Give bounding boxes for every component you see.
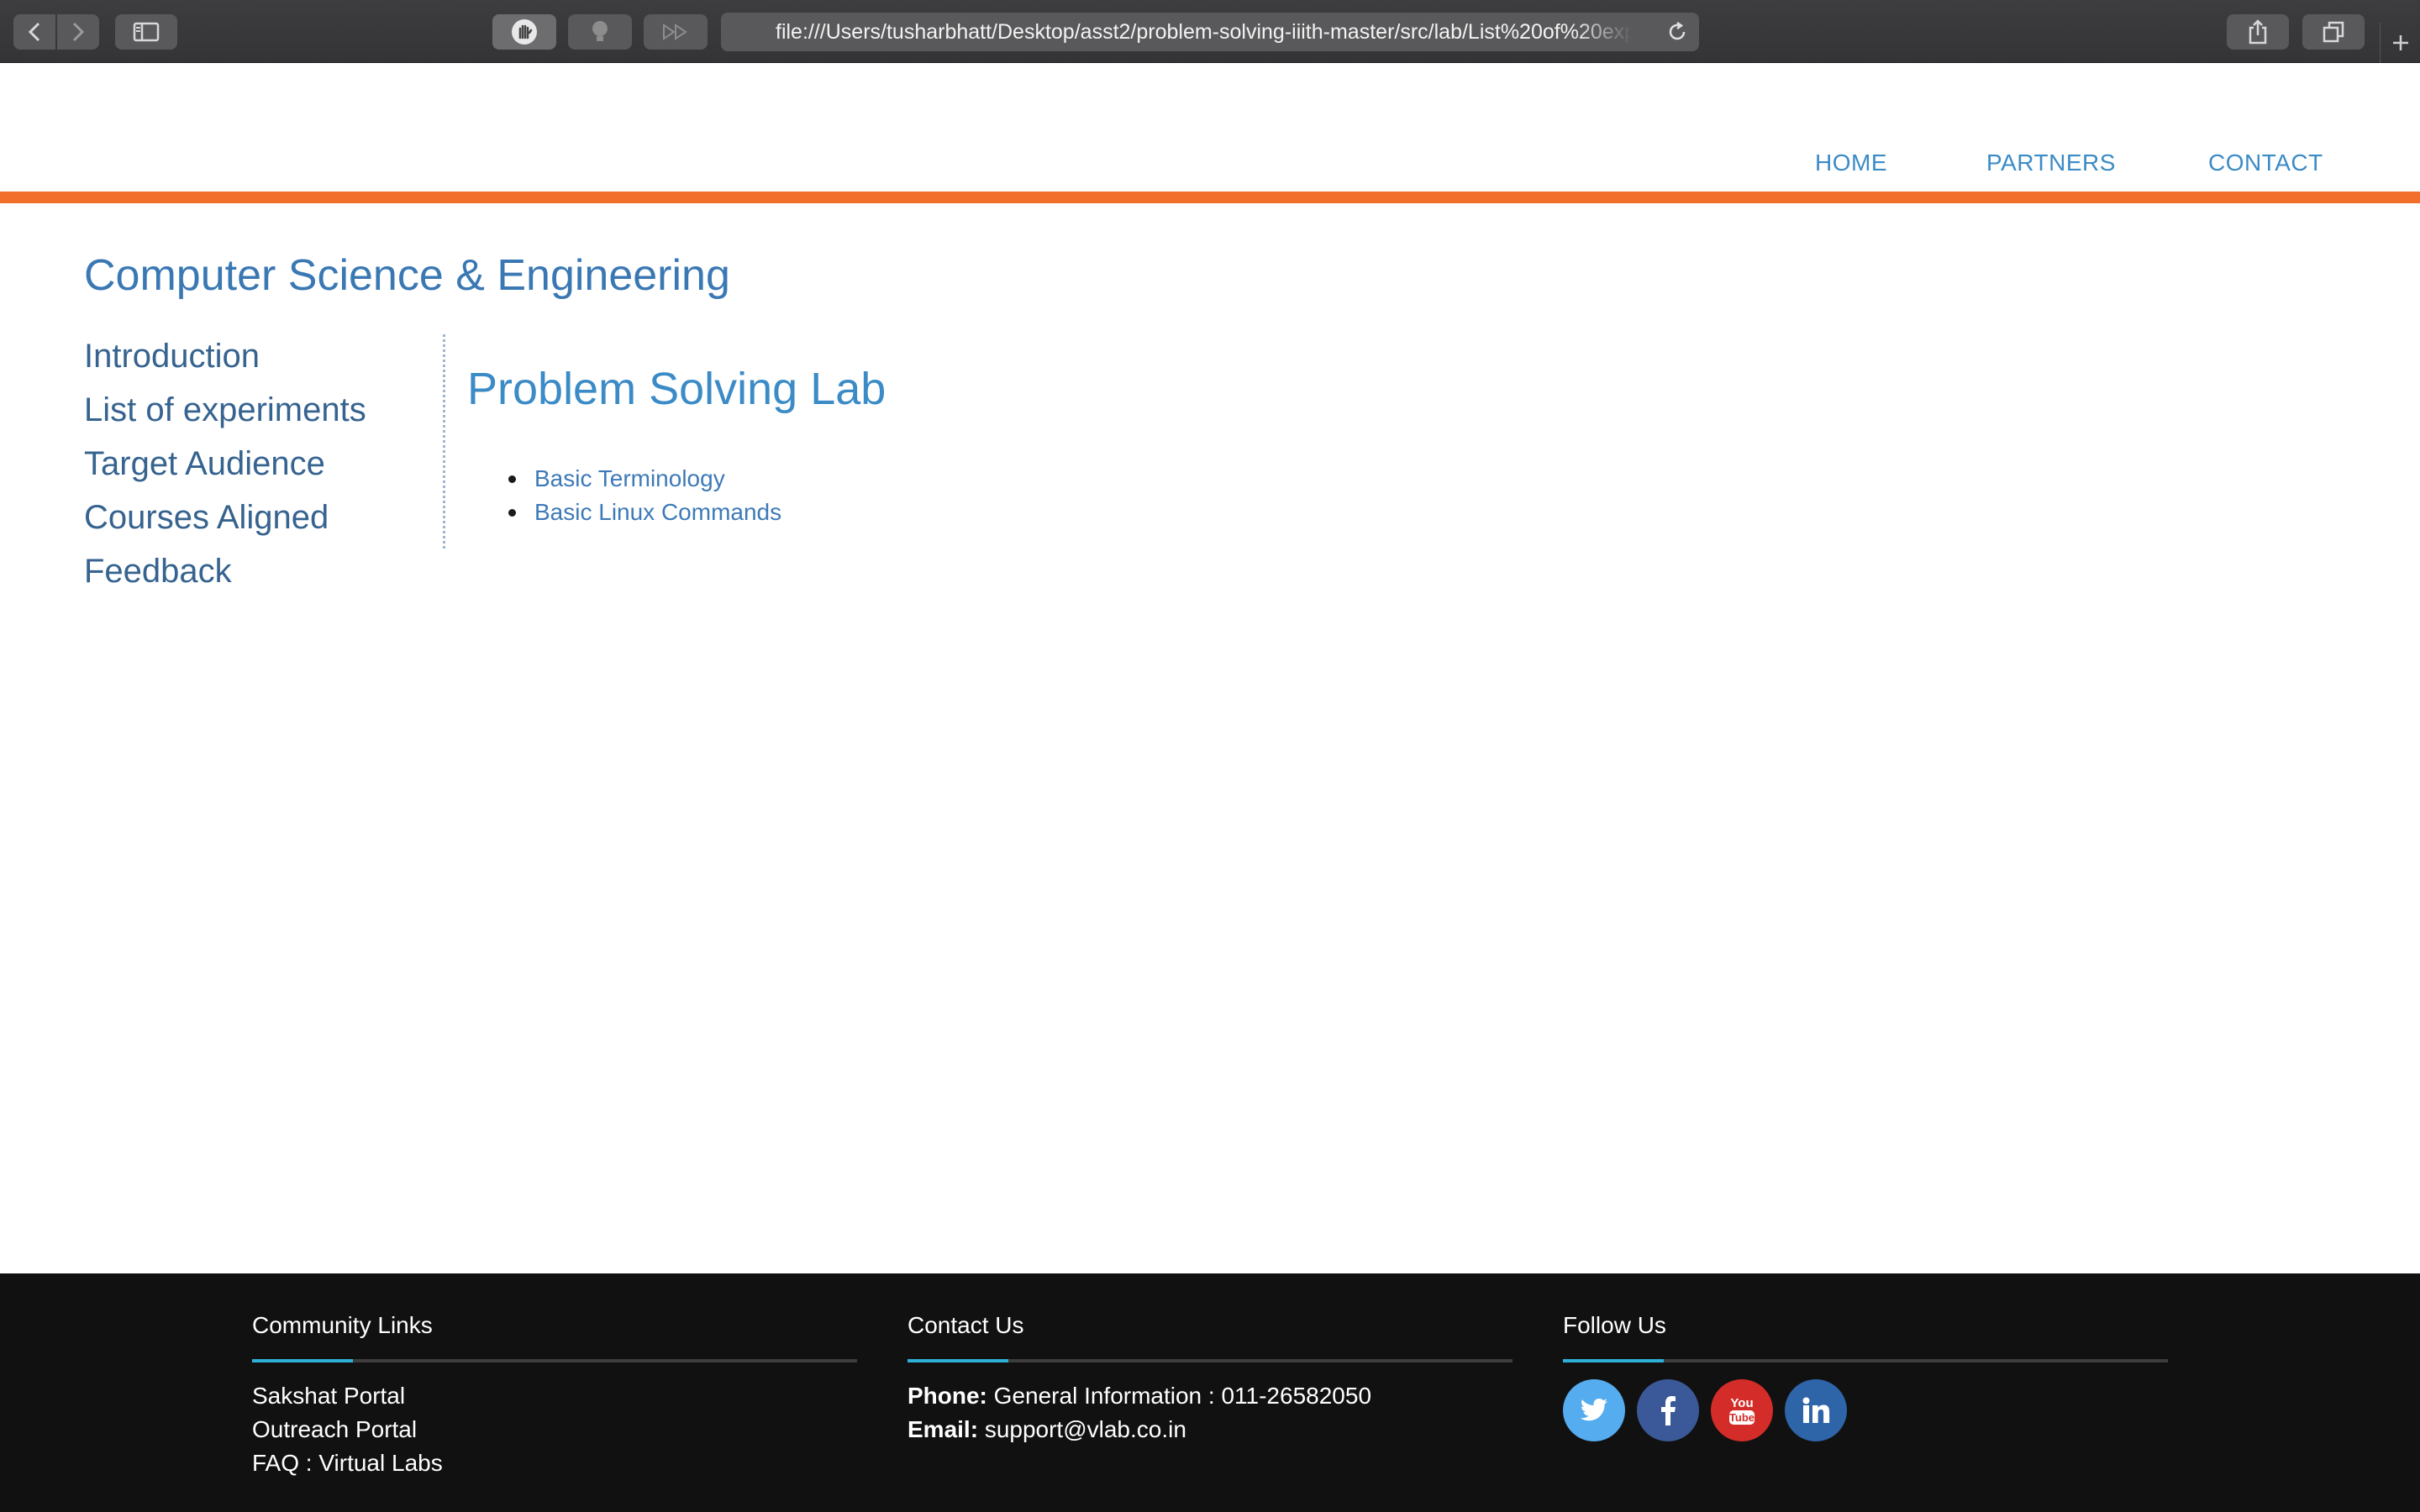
footer-phone-line: Phone: General Information : 011-2658205… — [908, 1379, 1512, 1413]
sidebar-item-feedback[interactable]: Feedback — [84, 544, 366, 598]
footer-email-line: Email: support@vlab.co.in — [908, 1413, 1512, 1446]
bullet-icon — [508, 475, 516, 483]
address-bar[interactable]: file:///Users/tusharbhatt/Desktop/asst2/… — [721, 13, 1699, 51]
privacy-button[interactable] — [492, 14, 556, 50]
lab-title: Problem Solving Lab — [467, 364, 886, 414]
fast-forward-icon — [663, 24, 687, 40]
footer-phone-value: General Information : 011-26582050 — [993, 1383, 1372, 1409]
footer-follow-heading: Follow Us — [1563, 1312, 1666, 1338]
footer-divider — [1563, 1359, 2168, 1362]
reader-button[interactable] — [644, 14, 708, 50]
sidebar-toggle-button[interactable] — [115, 14, 177, 50]
sidebar-item-list-of-experiments[interactable]: List of experiments — [84, 383, 366, 437]
footer-link-faq[interactable]: FAQ : Virtual Labs — [252, 1446, 857, 1480]
chevron-right-icon — [72, 22, 85, 42]
new-tab-button[interactable] — [2380, 23, 2420, 63]
tabs-overview-button[interactable] — [2302, 14, 2365, 50]
footer-divider-accent — [1563, 1359, 1664, 1362]
footer-divider-accent — [908, 1359, 1008, 1362]
nav-contact-link[interactable]: CONTACT — [2208, 150, 2323, 176]
share-button[interactable] — [2227, 14, 2289, 50]
svg-text:You: You — [1730, 1396, 1753, 1410]
experiment-link-basic-terminology[interactable]: Basic Terminology — [534, 465, 725, 491]
tabs-icon — [2323, 21, 2344, 43]
footer-community-column: Community Links Sakshat Portal Outreach … — [252, 1310, 857, 1480]
footer-divider-accent — [252, 1359, 353, 1362]
footer-email-value[interactable]: support@vlab.co.in — [985, 1416, 1186, 1442]
browser-toolbar: file:///Users/tusharbhatt/Desktop/asst2/… — [0, 0, 2420, 63]
hand-shield-icon — [512, 19, 537, 45]
back-button[interactable] — [13, 14, 55, 50]
twitter-icon[interactable] — [1563, 1379, 1625, 1441]
footer-community-heading: Community Links — [252, 1312, 433, 1338]
youtube-icon[interactable]: You Tube — [1711, 1379, 1773, 1441]
sidebar-item-courses-aligned[interactable]: Courses Aligned — [84, 491, 366, 544]
bullet-icon — [508, 509, 516, 517]
sidebar-nav: Introduction List of experiments Target … — [84, 329, 366, 598]
share-icon — [2249, 19, 2267, 45]
experiment-list: Basic Terminology Basic Linux Commands — [487, 462, 781, 529]
footer-contact-heading: Contact Us — [908, 1312, 1024, 1338]
top-navigation: HOME PARTNERS CONTACT — [0, 150, 2420, 183]
plus-icon — [2393, 35, 2408, 50]
footer-email-label: Email: — [908, 1416, 979, 1442]
sidebar-divider — [443, 334, 445, 549]
forward-button[interactable] — [57, 14, 99, 50]
tips-button[interactable] — [568, 14, 632, 50]
sidebar-item-introduction[interactable]: Introduction — [84, 329, 366, 383]
footer-contact-column: Contact Us Phone: General Information : … — [908, 1310, 1512, 1446]
linkedin-icon[interactable] — [1785, 1379, 1847, 1441]
url-text[interactable]: file:///Users/tusharbhatt/Desktop/asst2/… — [776, 20, 1633, 44]
footer-divider — [252, 1359, 857, 1362]
svg-text:Tube: Tube — [1729, 1411, 1754, 1424]
header-divider — [0, 192, 2420, 203]
experiment-link-basic-linux-commands[interactable]: Basic Linux Commands — [534, 499, 781, 525]
footer-divider — [908, 1359, 1512, 1362]
sidebar-icon — [133, 22, 160, 42]
footer-phone-label: Phone: — [908, 1383, 987, 1409]
footer-link-sakshat-portal[interactable]: Sakshat Portal — [252, 1379, 857, 1413]
chevron-left-icon — [28, 22, 40, 42]
department-title: Computer Science & Engineering — [84, 251, 730, 300]
social-links: You Tube — [1563, 1379, 2168, 1441]
nav-partners-link[interactable]: PARTNERS — [1986, 150, 2116, 176]
list-item: Basic Terminology — [487, 462, 781, 496]
nav-home-link[interactable]: HOME — [1815, 150, 1887, 176]
list-item: Basic Linux Commands — [487, 496, 781, 529]
footer-link-outreach-portal[interactable]: Outreach Portal — [252, 1413, 857, 1446]
sidebar-item-target-audience[interactable]: Target Audience — [84, 437, 366, 491]
facebook-icon[interactable] — [1637, 1379, 1699, 1441]
footer-follow-column: Follow Us You Tube — [1563, 1310, 2168, 1441]
lightbulb-icon — [592, 21, 608, 41]
footer: Community Links Sakshat Portal Outreach … — [0, 1273, 2420, 1512]
reload-icon[interactable] — [1665, 20, 1689, 44]
